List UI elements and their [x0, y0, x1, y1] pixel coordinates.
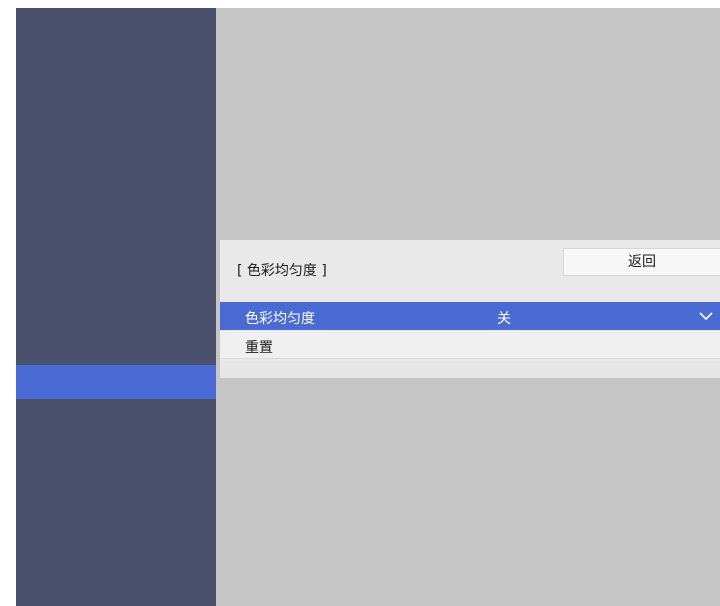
- chevron-down-icon[interactable]: [698, 309, 714, 323]
- panel-footer: [220, 361, 720, 378]
- panel-title: [ 色彩均匀度 ]: [237, 263, 327, 279]
- main-area: [ 色彩均匀度 ] 返回 色彩均匀度 关 重置: [216, 8, 720, 606]
- menu-item-label: 色彩均匀度: [245, 311, 315, 327]
- back-button[interactable]: 返回: [563, 248, 720, 276]
- menu-item-color-uniformity[interactable]: 色彩均匀度 关: [220, 302, 720, 330]
- settings-panel: [ 色彩均匀度 ] 返回 色彩均匀度 关 重置: [220, 240, 720, 378]
- projector-menu-screen: [ 色彩均匀度 ] 返回 色彩均匀度 关 重置: [16, 8, 720, 606]
- menu-item-value: 关: [497, 311, 511, 327]
- menu-item-label: 重置: [245, 340, 273, 356]
- sidebar-selected-item[interactable]: [16, 365, 216, 399]
- menu-item-reset[interactable]: 重置: [220, 331, 720, 359]
- panel-header: [ 色彩均匀度 ] 返回: [220, 240, 720, 300]
- sidebar: [16, 8, 216, 606]
